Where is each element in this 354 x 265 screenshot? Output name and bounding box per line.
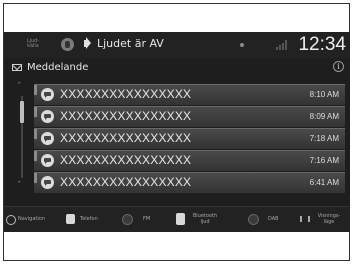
microphone-icon: [61, 38, 74, 51]
nav-bluetooth-audio-label: Bluetooth ljud: [192, 213, 218, 225]
message-sender: XXXXXXXXXXXXXXXX: [60, 109, 192, 123]
message-sender: XXXXXXXXXXXXXXXX: [60, 175, 192, 189]
bottom-navigation: Navigation Telefon FM Bluetooth ljud DAB…: [4, 206, 350, 232]
list-item[interactable]: XXXXXXXXXXXXXXXX 8:10 AM: [34, 84, 345, 105]
nav-phone-button[interactable]: Telefon: [66, 207, 110, 232]
message-bubble-icon: [41, 154, 54, 167]
row-corner-marker: [34, 107, 37, 117]
signal-strength-icon: [276, 40, 290, 50]
list-item[interactable]: XXXXXXXXXXXXXXXX 6:41 AM: [34, 172, 345, 193]
message-time: 8:09 AM: [309, 112, 339, 121]
list-item[interactable]: XXXXXXXXXXXXXXXX 7:18 AM: [34, 128, 345, 149]
infotainment-screen: Ljud-källa Ljudet är AV 12:34 Meddelande…: [4, 32, 350, 232]
message-time: 7:18 AM: [309, 134, 339, 143]
row-corner-marker: [34, 85, 37, 95]
message-sender: XXXXXXXXXXXXXXXX: [60, 87, 192, 101]
nav-display-mode-label: Visnings-läge: [317, 213, 341, 225]
message-time: 8:10 AM: [309, 90, 339, 99]
message-list: XXXXXXXXXXXXXXXX 8:10 AM XXXXXXXXXXXXXXX…: [34, 84, 345, 194]
nav-fm-button[interactable]: FM: [122, 207, 170, 232]
nav-bluetooth-audio-button[interactable]: Bluetooth ljud: [176, 207, 232, 232]
row-corner-marker: [34, 129, 37, 139]
message-bubble-icon: [41, 110, 54, 123]
scrollbar[interactable]: ˆ ˇ: [12, 83, 32, 193]
list-item[interactable]: XXXXXXXXXXXXXXXX 8:09 AM: [34, 106, 345, 127]
speaker-icon: [84, 40, 88, 47]
nav-dab-button[interactable]: DAB: [248, 207, 292, 232]
message-sender: XXXXXXXXXXXXXXXX: [60, 153, 192, 167]
display-mode-icon: [300, 216, 310, 222]
nav-navigation-label: Navigation: [18, 216, 45, 222]
double-chevron-down-icon[interactable]: ˇ: [17, 182, 22, 191]
message-time: 7:16 AM: [309, 156, 339, 165]
radio-icon: [248, 214, 259, 225]
page-title: Meddelande: [27, 62, 89, 73]
nav-fm-label: FM: [143, 216, 151, 222]
scroll-thumb[interactable]: [20, 101, 24, 123]
message-bubble-icon: [41, 132, 54, 145]
message-bubble-icon: [41, 176, 54, 189]
list-item[interactable]: XXXXXXXXXXXXXXXX 7:16 AM: [34, 150, 345, 171]
audio-source-label[interactable]: Ljud-källa: [26, 39, 40, 49]
double-chevron-up-icon[interactable]: ˆ: [17, 83, 22, 92]
page-header: Meddelande i: [4, 60, 350, 77]
message-bubble-icon: [41, 88, 54, 101]
clock: 12:34: [298, 34, 346, 55]
message-time: 6:41 AM: [309, 178, 339, 187]
status-bar: Ljud-källa Ljudet är AV 12:34: [4, 32, 350, 58]
nav-dab-label: DAB: [268, 216, 279, 222]
nav-display-mode-button[interactable]: Visnings-läge: [300, 207, 348, 232]
navigation-icon: [6, 215, 16, 225]
audio-status-text: Ljudet är AV: [97, 37, 164, 50]
nav-navigation-button[interactable]: Navigation: [6, 207, 56, 232]
radio-icon: [122, 214, 133, 225]
indicator-dot-icon: [240, 43, 244, 47]
nav-phone-label: Telefon: [80, 216, 98, 222]
phone-icon: [66, 214, 75, 224]
info-icon[interactable]: i: [333, 61, 344, 72]
message-sender: XXXXXXXXXXXXXXXX: [60, 131, 192, 145]
bluetooth-icon: [176, 213, 185, 225]
row-corner-marker: [34, 151, 37, 161]
mail-icon: [12, 64, 22, 71]
row-corner-marker: [34, 173, 37, 183]
